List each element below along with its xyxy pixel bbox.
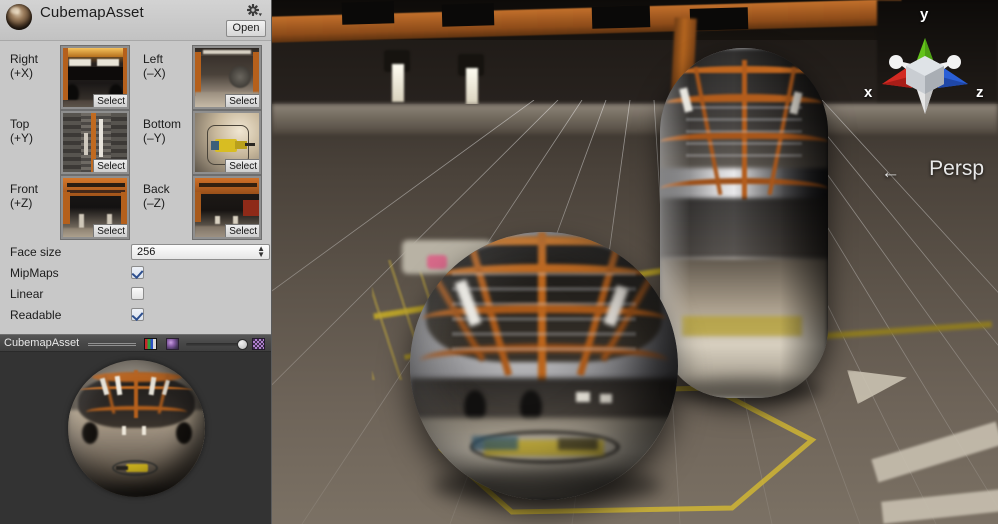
scene-ceiling-panel — [441, 3, 495, 27]
preview-title: CubemapAsset — [4, 337, 80, 349]
open-button[interactable]: Open — [226, 20, 266, 37]
select-button-front[interactable]: Select — [93, 224, 127, 237]
scene-capsule-object[interactable] — [660, 48, 828, 398]
alpha-checker-icon[interactable] — [252, 338, 265, 350]
face-label-top: Top (+Y) — [10, 117, 34, 145]
face-size-dropdown[interactable]: 256 ▲ ▼ — [131, 244, 270, 260]
mipmaps-label: MipMaps — [10, 266, 59, 280]
setting-row-linear: Linear — [0, 286, 271, 304]
face-thumbnail-back[interactable]: Select — [192, 175, 262, 240]
select-button-bottom[interactable]: Select — [225, 159, 259, 172]
readable-checkbox[interactable] — [131, 308, 144, 321]
gear-icon[interactable] — [245, 3, 263, 19]
preview-toolbar: CubemapAsset — [0, 334, 271, 352]
select-button-top[interactable]: Select — [93, 159, 127, 172]
toolbar-divider — [88, 343, 136, 346]
face-thumbnail-bottom[interactable]: Select — [192, 110, 262, 175]
mip-level-icon[interactable] — [166, 338, 179, 350]
cubemap-sphere-icon — [6, 4, 32, 30]
cubemap-preview-sphere[interactable] — [68, 360, 205, 497]
face-label-right: Right (+X) — [10, 52, 39, 80]
face-thumbnail-left[interactable]: Select — [192, 45, 262, 110]
face-size-label: Face size — [10, 245, 62, 259]
setting-row-face-size: Face size 256 ▲ ▼ — [0, 244, 271, 262]
inspector-panel: CubemapAsset Open Right (+X) Select Left… — [0, 0, 272, 524]
face-label-back: Back (–Z) — [143, 182, 170, 210]
scene-ceiling-panel — [591, 5, 651, 29]
scene-orientation-gizmo[interactable]: y x z — [860, 4, 990, 134]
inspector-header: CubemapAsset Open — [0, 0, 271, 41]
face-size-value: 256 — [137, 246, 156, 258]
linear-checkbox[interactable] — [131, 287, 144, 300]
cubemap-faces-grid: Right (+X) Select Left (–X) Select Top (… — [0, 42, 271, 240]
face-thumbnail-top[interactable]: Select — [60, 110, 130, 175]
select-button-back[interactable]: Select — [225, 224, 259, 237]
page-title: CubemapAsset — [40, 4, 144, 21]
face-thumbnail-right[interactable]: Select — [60, 45, 130, 110]
mip-level-slider-knob[interactable] — [237, 339, 248, 350]
scene-capsule-shadow — [672, 378, 822, 402]
linear-label: Linear — [10, 287, 44, 301]
projection-mode-label[interactable]: Persp — [929, 157, 984, 181]
scene-ceiling-panel — [341, 1, 395, 25]
face-label-front: Front (+Z) — [10, 182, 39, 210]
scene-sphere-shadow — [432, 468, 662, 504]
face-label-bottom: Bottom (–Y) — [143, 117, 182, 145]
setting-row-readable: Readable — [0, 307, 271, 325]
cubemap-settings: Face size 256 ▲ ▼ MipMaps Linear Readable — [0, 244, 271, 325]
mipmaps-checkbox[interactable] — [131, 266, 144, 279]
gizmo-label-x[interactable]: x — [864, 84, 872, 101]
select-button-right[interactable]: Select — [93, 94, 127, 107]
face-thumbnail-front[interactable]: Select — [60, 175, 130, 240]
projection-toggle-arrow-icon[interactable]: ← — [881, 162, 900, 184]
setting-row-mipmaps: MipMaps — [0, 265, 271, 283]
scene-sphere-object[interactable] — [410, 232, 678, 500]
preview-area[interactable]: CubemapAsset 256x256 ARGB 32 bit 2.0 MB — [0, 352, 271, 524]
select-button-left[interactable]: Select — [225, 94, 259, 107]
scene-view[interactable]: y x z ← Persp — [272, 0, 998, 524]
chevron-updown-icon: ▲ ▼ — [257, 244, 265, 259]
scene-wall-light — [392, 64, 404, 102]
readable-label: Readable — [10, 308, 62, 322]
rgb-channels-icon[interactable] — [144, 338, 157, 350]
unity-editor-window: CubemapAsset Open Right (+X) Select Left… — [0, 0, 998, 524]
face-label-left: Left (–X) — [143, 52, 166, 80]
scene-ceiling-panel — [689, 7, 749, 31]
gizmo-label-y[interactable]: y — [920, 6, 928, 23]
gizmo-label-z[interactable]: z — [976, 84, 984, 101]
